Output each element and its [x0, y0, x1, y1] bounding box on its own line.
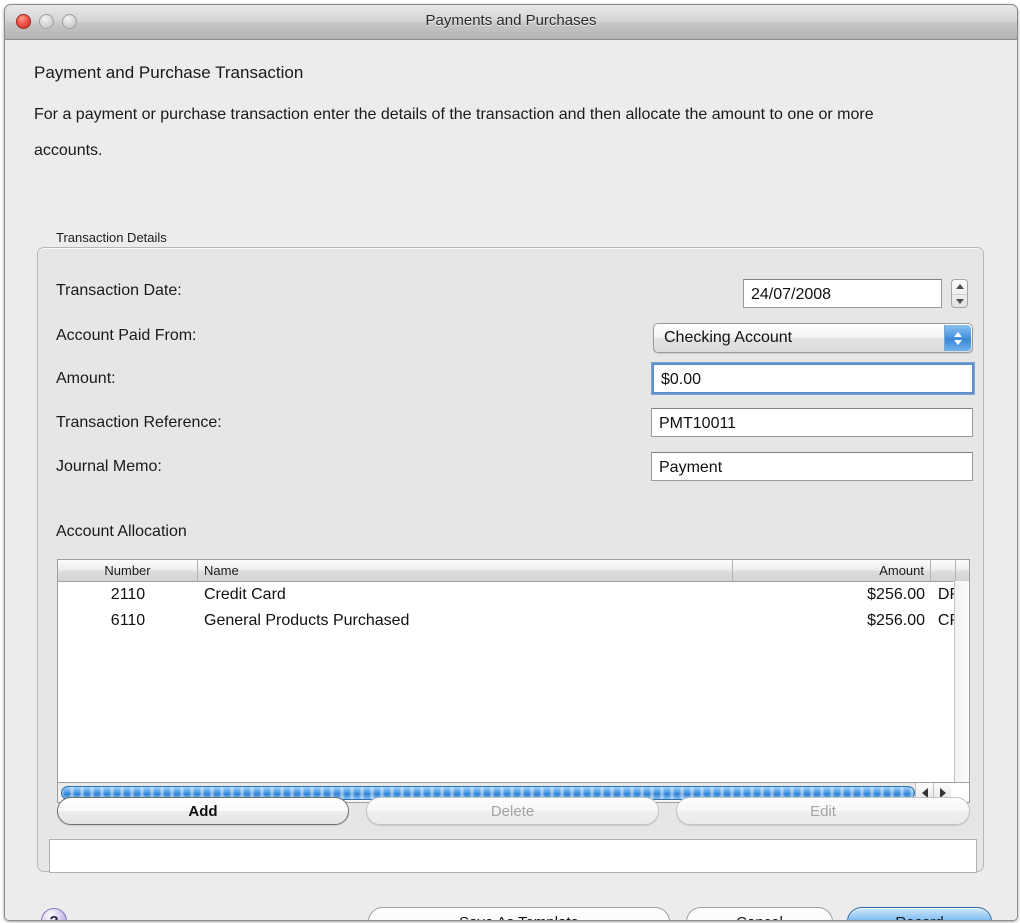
cell-number: 2110	[110, 586, 146, 603]
transaction-date-stepper[interactable]	[951, 279, 968, 308]
amount-input[interactable]: $0.00	[651, 362, 975, 395]
account-paid-from-label: Account Paid From:	[56, 327, 197, 344]
account-paid-from-select[interactable]: Checking Account	[653, 323, 973, 353]
cell-name: Credit Card	[204, 586, 286, 603]
column-header-number[interactable]: Number	[58, 560, 198, 581]
window-titlebar: Payments and Purchases	[5, 5, 1017, 40]
payments-and-purchases-window: Payments and Purchases Payment and Purch…	[4, 4, 1018, 921]
window-title: Payments and Purchases	[425, 12, 597, 29]
stepper-down[interactable]	[952, 293, 967, 309]
transaction-date-label: Transaction Date:	[56, 282, 182, 299]
transaction-reference-label: Transaction Reference:	[56, 414, 222, 431]
status-message-box	[49, 839, 977, 873]
account-paid-from-value: Checking Account	[664, 329, 793, 346]
journal-memo-label: Journal Memo:	[56, 458, 162, 475]
delete-button: Delete	[366, 797, 659, 825]
transaction-details-legend: Transaction Details	[51, 230, 172, 245]
arrow-right-icon	[939, 787, 946, 798]
add-button[interactable]: Add	[57, 797, 349, 825]
cancel-button[interactable]: Cancel	[686, 907, 833, 920]
cell-amount: $256.00	[867, 612, 925, 629]
amount-label: Amount:	[56, 370, 116, 387]
column-header-corner	[956, 560, 969, 581]
record-button[interactable]: Record	[847, 907, 992, 920]
cell-number: 6110	[110, 612, 146, 629]
transaction-reference-input[interactable]: PMT10011	[651, 408, 973, 437]
stepper-up[interactable]	[952, 280, 967, 294]
transaction-date-input[interactable]: 24/07/2008	[743, 279, 942, 308]
column-header-amount[interactable]: Amount	[733, 560, 931, 581]
window-content: Payment and Purchase Transaction For a p…	[5, 40, 1017, 920]
table-row[interactable]: 6110 General Products Purchased $256.00 …	[58, 608, 969, 634]
triangle-down-icon	[955, 298, 964, 304]
account-allocation-heading: Account Allocation	[56, 523, 187, 540]
cell-name: General Products Purchased	[204, 612, 410, 629]
column-header-drcr[interactable]	[931, 560, 956, 581]
cell-amount: $256.00	[867, 586, 925, 603]
triangle-up-icon	[955, 284, 964, 290]
column-header-name[interactable]: Name	[198, 560, 733, 581]
arrow-left-icon	[921, 787, 928, 798]
page-description: For a payment or purchase transaction en…	[34, 106, 874, 159]
journal-memo-input[interactable]: Payment	[651, 452, 973, 481]
account-allocation-table: Number Name Amount 2110 Credit Card $256…	[57, 559, 970, 783]
edit-button: Edit	[676, 797, 970, 825]
table-vertical-scrollbar[interactable]	[954, 581, 969, 782]
table-header-row: Number Name Amount	[58, 560, 969, 582]
chevron-updown-icon[interactable]	[944, 325, 971, 351]
save-as-template-button[interactable]: Save As Template	[368, 907, 670, 920]
table-row[interactable]: 2110 Credit Card $256.00 DR	[58, 582, 969, 608]
page-title: Payment and Purchase Transaction	[34, 63, 304, 82]
table-body: 2110 Credit Card $256.00 DR 6110 General…	[58, 582, 969, 634]
help-button[interactable]: ?	[41, 908, 67, 920]
